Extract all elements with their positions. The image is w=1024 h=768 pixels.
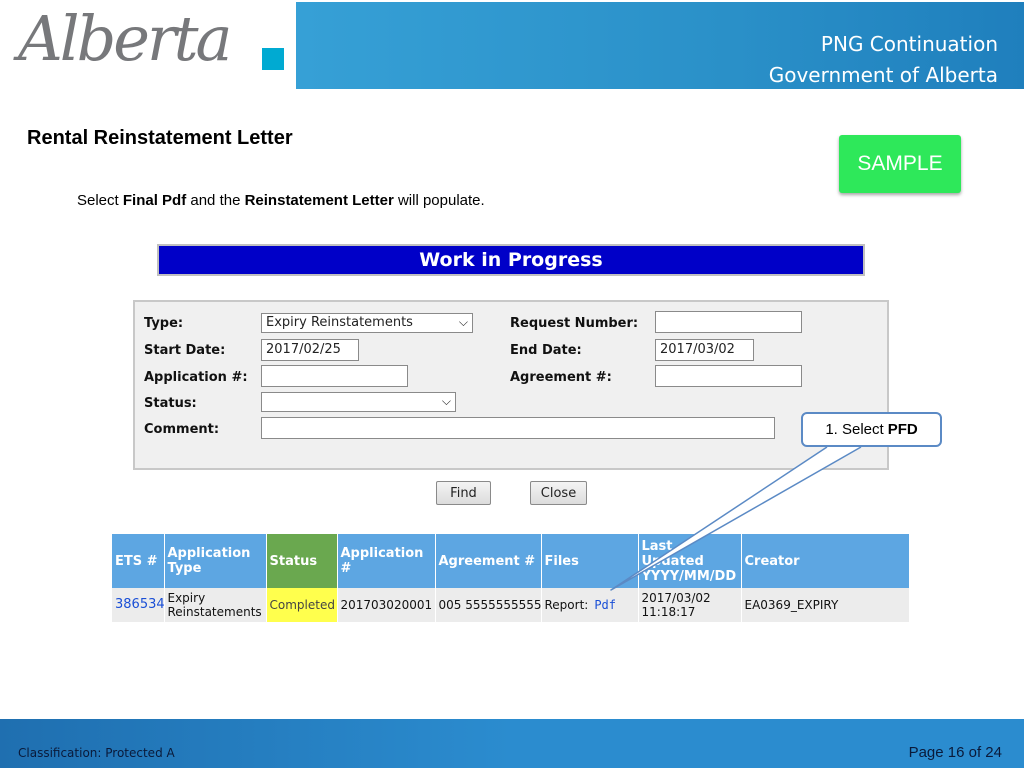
logo-wordmark: Alberta	[18, 2, 232, 75]
type-select-value: Expiry Reinstatements	[266, 315, 413, 330]
end-date-input[interactable]: 2017/03/02	[655, 339, 754, 361]
start-date-input[interactable]: 2017/02/25	[261, 339, 359, 361]
pdf-link[interactable]: Pdf	[594, 598, 616, 612]
col-application-number[interactable]: Application #	[337, 534, 436, 588]
instruction-letter: Reinstatement Letter	[244, 192, 394, 209]
instruction-final-pdf: Final Pdf	[122, 192, 187, 209]
col-creator[interactable]: Creator	[741, 534, 910, 588]
col-files[interactable]: Files	[541, 534, 639, 588]
cell-application-number: 201703020001	[337, 588, 436, 622]
search-form-panel: Type: Expiry Reinstatements ⌵ Request Nu…	[133, 300, 889, 470]
results-table: ETS # Application Type Status Applicatio…	[112, 534, 910, 622]
type-select[interactable]: Expiry Reinstatements ⌵	[261, 313, 473, 333]
comment-label: Comment:	[144, 422, 220, 437]
find-button[interactable]: Find	[436, 481, 491, 505]
request-number-input[interactable]	[655, 311, 802, 333]
application-number-label: Application #:	[144, 370, 248, 385]
instruction-text: Select Final Pdf and the Reinstatement L…	[77, 192, 485, 209]
header-subtitle: Government of Alberta	[768, 63, 998, 87]
logo-square-icon	[262, 48, 284, 70]
classification-label: Classification: Protected A	[18, 746, 175, 760]
app-type-line2: Reinstatements	[167, 605, 262, 619]
comment-input[interactable]	[261, 417, 775, 439]
callout-bold: PFD	[887, 421, 918, 438]
header-band: PNG Continuation Government of Alberta	[296, 2, 1024, 89]
col-status[interactable]: Status	[266, 534, 338, 588]
callout-prefix: 1. Select	[825, 421, 884, 438]
col-ets[interactable]: ETS #	[112, 534, 165, 588]
application-number-input[interactable]	[261, 365, 408, 387]
request-number-label: Request Number:	[510, 316, 639, 331]
cell-last-updated: 2017/03/02 11:18:17	[638, 588, 742, 622]
status-select[interactable]: ⌵	[261, 392, 456, 412]
close-button[interactable]: Close	[530, 481, 587, 505]
agreement-number-label: Agreement #:	[510, 370, 612, 385]
type-label: Type:	[144, 316, 184, 331]
work-in-progress-banner: Work in Progress	[157, 244, 865, 276]
updated-time: 11:18:17	[641, 605, 696, 619]
page-number: Page 16 of 24	[908, 744, 1002, 761]
col-agreement-number[interactable]: Agreement #	[435, 534, 542, 588]
app-type-line1: Expiry	[167, 591, 206, 605]
start-date-label: Start Date:	[144, 343, 226, 358]
cell-creator: EA0369_EXPIRY	[741, 588, 910, 622]
alberta-logo: Alberta	[0, 0, 296, 90]
chevron-down-icon: ⌵	[441, 394, 451, 408]
updated-date: 2017/03/02	[641, 591, 711, 605]
callout-select-pfd: 1. Select PFD	[801, 412, 942, 447]
instruction-pre: Select	[77, 192, 123, 209]
instruction-mid: and the	[186, 192, 245, 209]
footer-band: Classification: Protected A Page 16 of 2…	[0, 719, 1024, 768]
end-date-label: End Date:	[510, 343, 582, 358]
col-last-updated[interactable]: Last Updated YYYY/MM/DD	[638, 534, 742, 588]
cell-status: Completed	[266, 588, 338, 622]
ets-link[interactable]: 386534	[112, 588, 165, 622]
cell-agreement-number: 005 5555555555	[435, 588, 542, 622]
sample-badge: SAMPLE	[839, 135, 961, 193]
agreement-number-input[interactable]	[655, 365, 802, 387]
instruction-post: will populate.	[393, 192, 485, 209]
files-report-label: Report:	[544, 598, 589, 612]
table-header-row: ETS # Application Type Status Applicatio…	[112, 534, 910, 588]
chevron-down-icon: ⌵	[458, 315, 468, 329]
cell-files: Report: Pdf	[541, 588, 639, 622]
table-row: 386534 Expiry Reinstatements Completed 20…	[112, 588, 910, 622]
status-label: Status:	[144, 396, 197, 411]
page-title: Rental Reinstatement Letter	[27, 127, 293, 149]
cell-application-type: Expiry Reinstatements	[164, 588, 267, 622]
header-title: PNG Continuation	[820, 32, 998, 56]
col-application-type[interactable]: Application Type	[164, 534, 267, 588]
